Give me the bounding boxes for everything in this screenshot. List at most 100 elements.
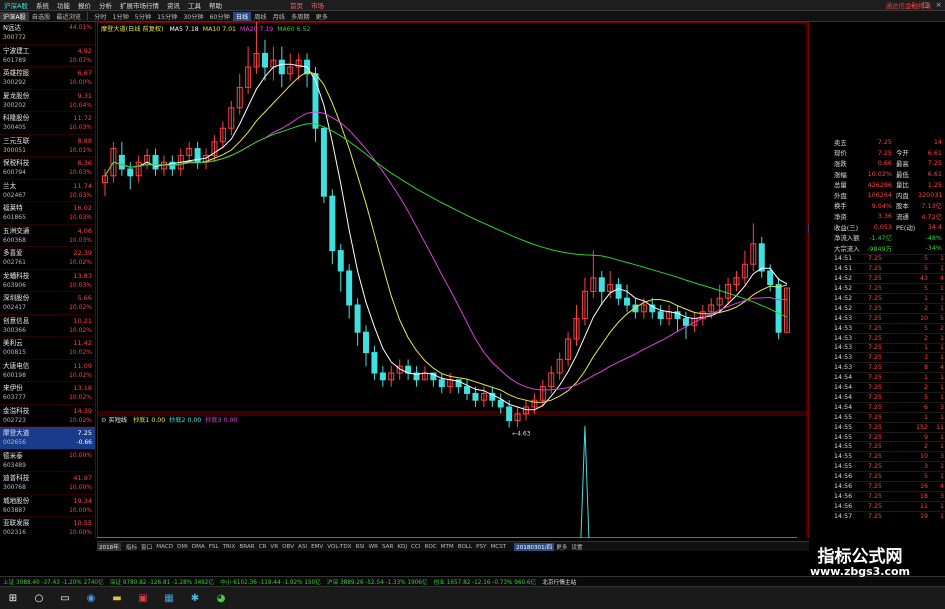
indicator-tab[interactable]: DMA bbox=[190, 544, 207, 550]
watchlist-row[interactable]: 创意信息 300366 10.21 10.02% bbox=[0, 315, 95, 337]
period-1min[interactable]: 1分钟 bbox=[109, 12, 131, 21]
watchlist-row[interactable]: 三元互联 300051 8.88 10.01% bbox=[0, 135, 95, 157]
indicator-tab[interactable]: BOLL bbox=[456, 544, 474, 550]
index-quote[interactable]: 创业 1657.82 -12.16 -0.73% 960.6亿 bbox=[431, 577, 540, 586]
browser-icon[interactable]: ◉ bbox=[80, 589, 102, 607]
period-60min[interactable]: 60分钟 bbox=[207, 12, 233, 21]
kline-chart[interactable]: ←11.30←4.63 9.509.008.508.007.507.006.50… bbox=[97, 22, 809, 538]
period-more[interactable]: 更多 bbox=[313, 12, 331, 21]
indicator-tab[interactable]: 2018年 bbox=[97, 542, 121, 551]
indicator-tab[interactable]: 窗口 bbox=[139, 543, 154, 551]
menu-item-news[interactable]: 资讯 bbox=[163, 0, 184, 10]
stock-change: 10.03% bbox=[69, 281, 92, 289]
quote-label-2: PE(动) bbox=[896, 223, 916, 232]
media-icon[interactable]: ✱ bbox=[184, 589, 206, 607]
period-intraday[interactable]: 分时 bbox=[91, 12, 109, 21]
app-icon[interactable]: ▣ bbox=[132, 589, 154, 607]
watchlist-row[interactable]: 美利云 000815 11.42 10.02% bbox=[0, 337, 95, 360]
indicator-tab[interactable]: 指标 bbox=[124, 543, 139, 551]
period-30min[interactable]: 30分钟 bbox=[180, 12, 206, 21]
tab-a-shares[interactable]: 沪深A股 bbox=[0, 11, 29, 21]
watchlist-row[interactable]: 英雄控股 300292 6.67 10.00% bbox=[0, 67, 95, 90]
period-weekly[interactable]: 周线 bbox=[251, 12, 269, 21]
period-monthly[interactable]: 月线 bbox=[270, 12, 288, 21]
menu-item-market-2[interactable]: 市场 bbox=[307, 0, 328, 10]
indicator-tab[interactable]: 设置 bbox=[569, 543, 584, 551]
period-5min[interactable]: 5分钟 bbox=[132, 12, 154, 21]
indicator-tab[interactable]: MTM bbox=[439, 544, 456, 550]
watchlist-row[interactable]: 宁波建工 601789 4.92 10.07% bbox=[0, 45, 95, 67]
indicator-tab[interactable]: VOL-TDX bbox=[325, 544, 353, 550]
watchlist-row[interactable]: 夏龙股份 300202 9.31 10.04% bbox=[0, 90, 95, 112]
index-quote[interactable]: 沪深 3889.26 -52.54 -1.33% 1906亿 bbox=[324, 577, 431, 586]
indicator-tab[interactable]: FSL bbox=[207, 544, 221, 550]
watchlist-row[interactable]: 龙蟠科技 603906 13.83 10.03% bbox=[0, 270, 95, 292]
menu-item-home[interactable]: 首页 bbox=[286, 0, 307, 10]
index-quote[interactable]: 北京行情主站 bbox=[539, 577, 579, 586]
watchlist-row[interactable]: 金溢科技 002723 14.39 10.02% bbox=[0, 405, 95, 427]
folder-icon[interactable]: ▬ bbox=[106, 589, 128, 607]
watchlist-row[interactable]: 亚联发展 002316 10.55 10.00% bbox=[0, 517, 95, 538]
index-quote[interactable]: 深证 9780.82 -126.81 -1.28% 3492亿 bbox=[107, 577, 217, 586]
wechat-icon[interactable]: ◕ bbox=[210, 589, 232, 607]
indicator-tab[interactable]: VR bbox=[268, 544, 280, 550]
indicator-tab[interactable]: SAR bbox=[380, 544, 395, 550]
menu-item-market[interactable]: 沪深A股 bbox=[0, 0, 32, 10]
indicator-tab[interactable]: WR bbox=[367, 544, 380, 550]
indicator-tab[interactable]: MACD bbox=[154, 544, 175, 550]
menu-item-ext-market[interactable]: 扩展市场行情 bbox=[116, 0, 163, 10]
watchlist-row[interactable]: 科隆股份 300405 11.72 10.03% bbox=[0, 112, 95, 135]
period-15min[interactable]: 15分钟 bbox=[154, 12, 180, 21]
watchlist-row[interactable]: 摩登大道 002656 7.25 -0.66 bbox=[0, 427, 95, 450]
indicator-tab[interactable]: EMV bbox=[309, 544, 325, 550]
watchlist-row[interactable]: 来伊份 603777 13.18 10.02% bbox=[0, 382, 95, 405]
indicator-tab[interactable]: CR bbox=[257, 544, 269, 550]
menu-item-quote[interactable]: 报价 bbox=[74, 0, 95, 10]
indicator-tab[interactable]: OBV bbox=[280, 544, 296, 550]
menu-item-system[interactable]: 系统 bbox=[32, 0, 53, 10]
indicator-tab[interactable]: RSI bbox=[353, 544, 366, 550]
maximize-icon[interactable]: □ bbox=[919, 0, 932, 11]
gear-icon[interactable]: ⚙ bbox=[101, 417, 107, 424]
indicator-tab[interactable]: ROC bbox=[422, 544, 438, 550]
index-quote[interactable]: 中小 6102.36 -119.44 -1.92% 150亿 bbox=[217, 577, 324, 586]
watchlist-row[interactable]: 大唐电信 600198 11.09 10.02% bbox=[0, 360, 95, 382]
indicator-tab[interactable]: ASI bbox=[296, 544, 309, 550]
indicator-tab[interactable]: BRAR bbox=[237, 544, 256, 550]
watchlist-row[interactable]: 保税科技 600794 6.36 10.03% bbox=[0, 157, 95, 180]
watchlist-row[interactable]: 多喜爱 002761 22.39 10.02% bbox=[0, 247, 95, 270]
watchlist-row[interactable]: 德米泰 603489 10.00% bbox=[0, 450, 95, 472]
menu-item-analysis[interactable]: 分析 bbox=[95, 0, 116, 10]
watchlist-row[interactable]: 五洲交通 600368 4.06 10.03% bbox=[0, 225, 95, 247]
watchlist-row[interactable]: 兰太 002467 11.74 10.03% bbox=[0, 180, 95, 202]
watchlist-row[interactable]: 城地股份 603887 19.34 10.00% bbox=[0, 495, 95, 517]
sub-legend-value: 0.00 bbox=[223, 417, 238, 424]
watchlist-row[interactable]: 迪普科技 300768 41.97 10.00% bbox=[0, 472, 95, 495]
indicator-tab[interactable]: KDJ bbox=[395, 544, 409, 550]
watchlist-row[interactable]: 深圳股份 002417 5.66 10.02% bbox=[0, 292, 95, 315]
watchlist-row[interactable]: 福莱特 601865 16.02 10.03% bbox=[0, 202, 95, 225]
watchlist-row[interactable]: N远达 300772 44.01% bbox=[0, 22, 95, 45]
indicator-tab[interactable]: CCI bbox=[409, 544, 422, 550]
search-icon[interactable]: ○ bbox=[28, 589, 50, 607]
quote-panel: 卖五 7.25 14 现价 7.25 今开 6.61 涨跌 0.66 最高 7.25 涨幅 10.02%… bbox=[834, 137, 945, 547]
start-icon[interactable]: ⊞ bbox=[2, 589, 24, 607]
indicator-tab[interactable]: MCST bbox=[488, 544, 508, 550]
index-quote[interactable]: 上证 3088.40 -37.43 -1.20% 2740亿 bbox=[0, 577, 107, 586]
indicator-tab[interactable]: PSY bbox=[474, 544, 488, 550]
tab-recent[interactable]: 最近浏览 bbox=[53, 12, 84, 21]
minimize-icon[interactable]: – bbox=[906, 0, 919, 11]
indicator-tab[interactable]: TRIX bbox=[221, 544, 238, 550]
menu-item-function[interactable]: 功能 bbox=[53, 0, 74, 10]
app-icon-2[interactable]: ▦ bbox=[158, 589, 180, 607]
indicator-tab[interactable]: 更多 bbox=[554, 543, 569, 551]
period-multi[interactable]: 多周期 bbox=[288, 12, 313, 21]
date-tab[interactable]: 20180301/四 bbox=[514, 542, 555, 551]
menu-item-tools[interactable]: 工具 bbox=[184, 0, 205, 10]
task-view-icon[interactable]: ▭ bbox=[54, 589, 76, 607]
indicator-tab[interactable]: DMI bbox=[175, 544, 190, 550]
period-daily[interactable]: 日线 bbox=[232, 11, 252, 21]
tab-favorites[interactable]: 自选股 bbox=[29, 12, 54, 21]
close-icon[interactable]: × bbox=[932, 0, 945, 11]
menu-item-help[interactable]: 帮助 bbox=[205, 0, 226, 10]
